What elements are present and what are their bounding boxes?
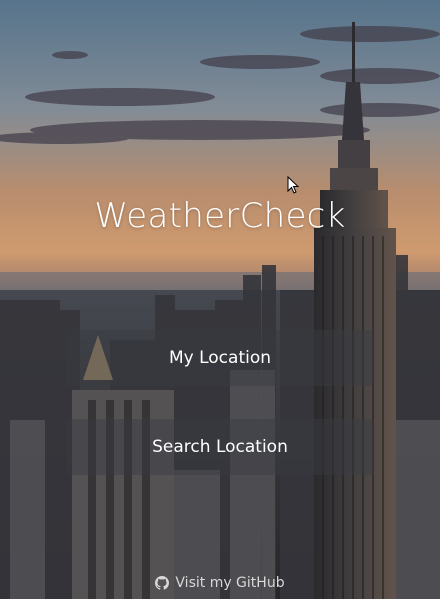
search-location-label: Search Location bbox=[152, 437, 288, 457]
search-location-button[interactable]: Search Location bbox=[67, 419, 373, 475]
my-location-button[interactable]: My Location bbox=[67, 330, 373, 386]
github-link-label: Visit my GitHub bbox=[175, 575, 285, 591]
mouse-cursor-icon bbox=[287, 176, 299, 194]
city-skyline-background bbox=[0, 0, 440, 599]
my-location-label: My Location bbox=[168, 348, 272, 368]
app-screen: WeatherCheck My Location Search Location… bbox=[0, 0, 440, 599]
github-link[interactable]: Visit my GitHub bbox=[0, 575, 440, 591]
app-title: WeatherCheck bbox=[94, 196, 346, 236]
github-icon bbox=[155, 576, 170, 590]
